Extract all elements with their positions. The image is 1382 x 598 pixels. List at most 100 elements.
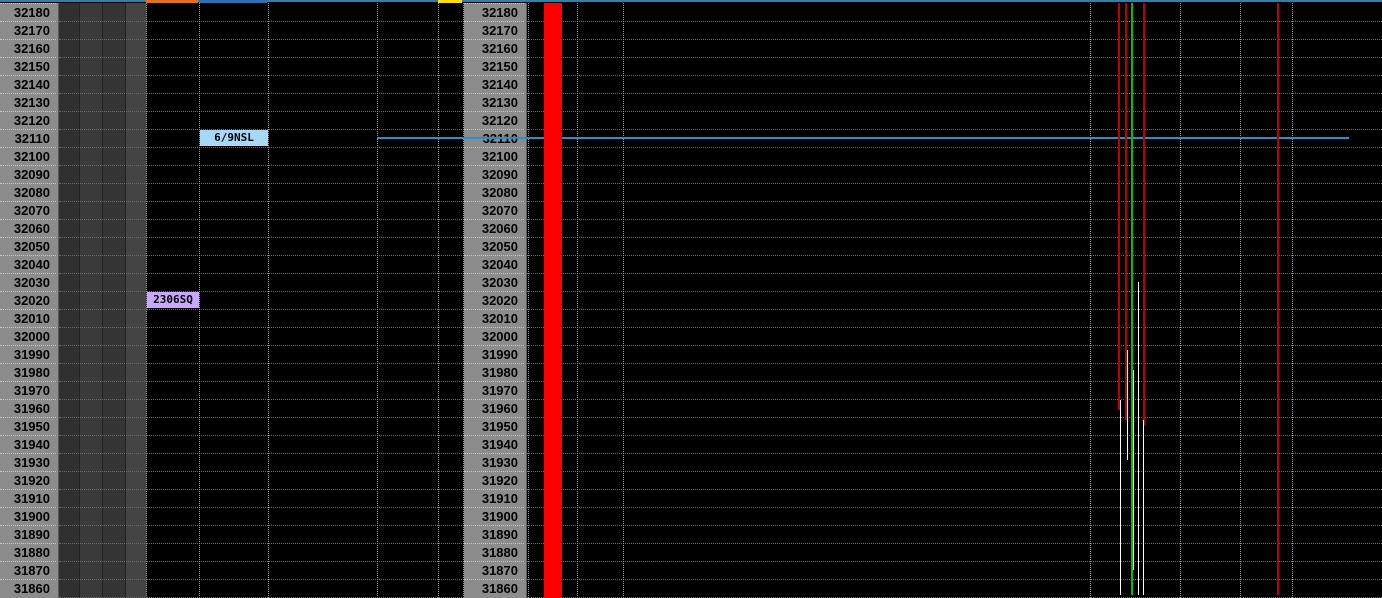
orange-marker bbox=[146, 0, 198, 3]
price-tick-label: 31980 bbox=[464, 363, 524, 381]
price-tick-label: 32170 bbox=[464, 21, 524, 39]
grid-row-line bbox=[59, 237, 147, 238]
grid-row-line bbox=[59, 255, 147, 256]
grid-row-line bbox=[527, 147, 1382, 148]
grid-row-line bbox=[527, 93, 1382, 94]
price-tick-label: 31940 bbox=[0, 435, 56, 453]
grid-row-line bbox=[527, 273, 1382, 274]
price-tick-label: 32060 bbox=[0, 219, 56, 237]
price-tick-label: 31880 bbox=[0, 543, 56, 561]
grid-row-line bbox=[59, 273, 147, 274]
grid-row-line bbox=[146, 129, 464, 130]
price-tick-label: 31950 bbox=[0, 417, 56, 435]
grid-row-line bbox=[146, 471, 464, 472]
price-tick-label: 31900 bbox=[0, 507, 56, 525]
grid-col-line bbox=[199, 3, 200, 598]
grid-row-line bbox=[146, 345, 464, 346]
grid-col-line bbox=[1240, 3, 1241, 598]
grid-row-line bbox=[527, 237, 1382, 238]
grid-row-line bbox=[527, 21, 1382, 22]
grid-row-line bbox=[59, 381, 147, 382]
grid-col-line bbox=[268, 3, 269, 598]
price-trace bbox=[1277, 3, 1279, 595]
grid-row-line bbox=[146, 579, 464, 580]
price-tick-label: 32160 bbox=[0, 39, 56, 57]
grid-row-line bbox=[527, 309, 1382, 310]
price-tick-label: 31860 bbox=[464, 579, 524, 597]
grid-row-line bbox=[59, 75, 147, 76]
price-tick-label: 32010 bbox=[464, 309, 524, 327]
price-tick-label: 31930 bbox=[0, 453, 56, 471]
grid-row-line bbox=[527, 345, 1382, 346]
price-tick-label: 32150 bbox=[0, 57, 56, 75]
grid-row-line bbox=[527, 39, 1382, 40]
grid-row-line bbox=[527, 183, 1382, 184]
grid-row-line bbox=[527, 525, 1382, 526]
left-price-axis[interactable]: 32180 32170 32160 32150 32140 32130 32120 32110… bbox=[0, 3, 59, 598]
price-tick-label: 31890 bbox=[464, 525, 524, 543]
grid-row-line bbox=[59, 363, 147, 364]
grid-row-line bbox=[146, 453, 464, 454]
grid-row-line bbox=[146, 201, 464, 202]
grid-row-line bbox=[146, 93, 464, 94]
price-tick-label: 31990 bbox=[464, 345, 524, 363]
price-ladder-window: 32180 32170 32160 32150 32140 32130 32120 32110… bbox=[0, 0, 1382, 598]
price-tick-label: 32000 bbox=[0, 327, 56, 345]
price-tick-label: 32040 bbox=[464, 255, 524, 273]
grid-row-line bbox=[146, 417, 464, 418]
price-tick-label: 32040 bbox=[0, 255, 56, 273]
grid-row-line bbox=[59, 417, 147, 418]
grid-row-line bbox=[146, 57, 464, 58]
grid-row-line bbox=[59, 57, 147, 58]
grid-row-line bbox=[59, 201, 147, 202]
grid-row-line bbox=[146, 219, 464, 220]
highlight-band bbox=[544, 3, 562, 598]
price-tick-label: 32010 bbox=[0, 309, 56, 327]
grid-row-line bbox=[59, 399, 147, 400]
price-tick-label: 31860 bbox=[0, 579, 56, 597]
reference-price-line bbox=[377, 137, 1349, 139]
grid-col-line bbox=[577, 3, 578, 598]
grid-row-line bbox=[59, 471, 147, 472]
price-tick-label: 31960 bbox=[0, 399, 56, 417]
price-tick-label: 31890 bbox=[0, 525, 56, 543]
grid-row-line bbox=[527, 579, 1382, 580]
price-tick-label: 32110 bbox=[0, 129, 56, 147]
price-tick-label: 32030 bbox=[464, 273, 524, 291]
price-tick-label: 32090 bbox=[0, 165, 56, 183]
grid-col-line bbox=[623, 3, 624, 598]
price-tick-label: 32080 bbox=[464, 183, 524, 201]
grid-row-line bbox=[59, 543, 147, 544]
grid-row-line bbox=[59, 507, 147, 508]
grid-row-line bbox=[146, 183, 464, 184]
grid-row-line bbox=[527, 75, 1382, 76]
grid-row-line bbox=[146, 363, 464, 364]
price-tick-label: 32000 bbox=[464, 327, 524, 345]
price-tick-label: 32070 bbox=[0, 201, 56, 219]
price-tick-label: 31900 bbox=[464, 507, 524, 525]
grid-col-line bbox=[1292, 3, 1293, 598]
price-tick-label: 32180 bbox=[0, 3, 56, 21]
grid-row-line bbox=[146, 165, 464, 166]
price-tick-label: 31870 bbox=[0, 561, 56, 579]
price-tick-label: 32090 bbox=[464, 165, 524, 183]
price-trace bbox=[1133, 370, 1134, 570]
price-tick-label: 32020 bbox=[464, 291, 524, 309]
price-trace bbox=[1143, 3, 1145, 425]
grid-row-line bbox=[527, 57, 1382, 58]
price-tick-label: 32140 bbox=[0, 75, 56, 93]
price-tick-label: 32120 bbox=[0, 111, 56, 129]
grid-row-line bbox=[146, 525, 464, 526]
grid-row-line bbox=[527, 489, 1382, 490]
grid-row-line bbox=[527, 363, 1382, 364]
grid-row-line bbox=[146, 111, 464, 112]
order-tag[interactable]: 2306SQ bbox=[147, 292, 199, 308]
price-tick-label: 31970 bbox=[0, 381, 56, 399]
order-tag[interactable]: 6/9NSL bbox=[200, 130, 268, 146]
grid-row-line bbox=[527, 399, 1382, 400]
price-tick-label: 32130 bbox=[464, 93, 524, 111]
price-tick-label: 31910 bbox=[464, 489, 524, 507]
price-tick-label: 32060 bbox=[464, 219, 524, 237]
right-price-axis[interactable]: 3218032170321603215032140321303212032110… bbox=[464, 3, 527, 598]
grid-col-line bbox=[1090, 3, 1091, 598]
